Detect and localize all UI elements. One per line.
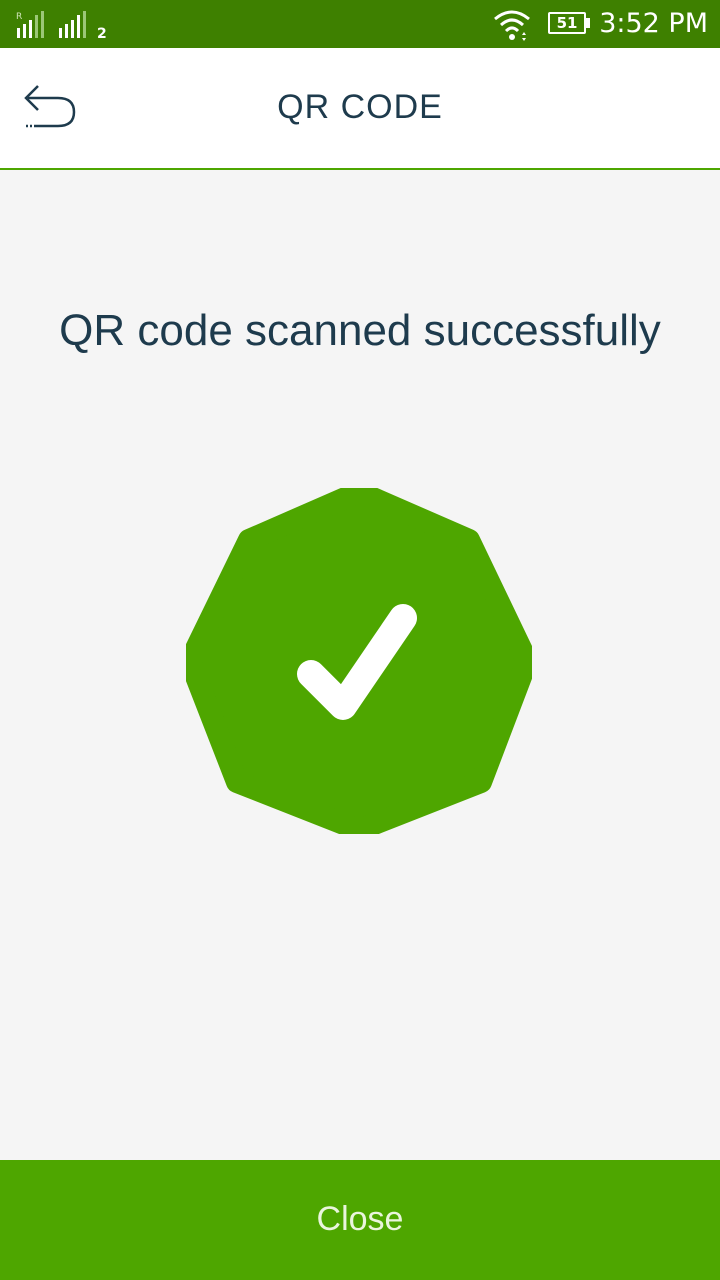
close-button-label: Close bbox=[316, 1200, 404, 1238]
signal-sim2-icon bbox=[59, 11, 86, 38]
signal-sim1-icon: R bbox=[16, 11, 44, 38]
success-check-icon bbox=[179, 481, 538, 841]
battery-tip bbox=[586, 18, 590, 28]
battery-level: 51 bbox=[556, 14, 578, 32]
page-title: QR CODE bbox=[277, 88, 443, 126]
wifi-icon bbox=[494, 10, 530, 41]
success-message: QR code scanned successfully bbox=[59, 306, 661, 355]
battery-icon: 51 bbox=[548, 12, 586, 34]
status-time: 3:52 PM bbox=[599, 8, 708, 39]
svg-text:R: R bbox=[16, 12, 22, 22]
success-badge bbox=[179, 481, 538, 841]
status-bar: R 2 51 3:52 PM bbox=[0, 0, 720, 48]
close-button[interactable]: Close bbox=[0, 1160, 720, 1280]
sim2-label: 2 bbox=[97, 26, 107, 42]
app-bar: QR CODE bbox=[0, 48, 720, 170]
